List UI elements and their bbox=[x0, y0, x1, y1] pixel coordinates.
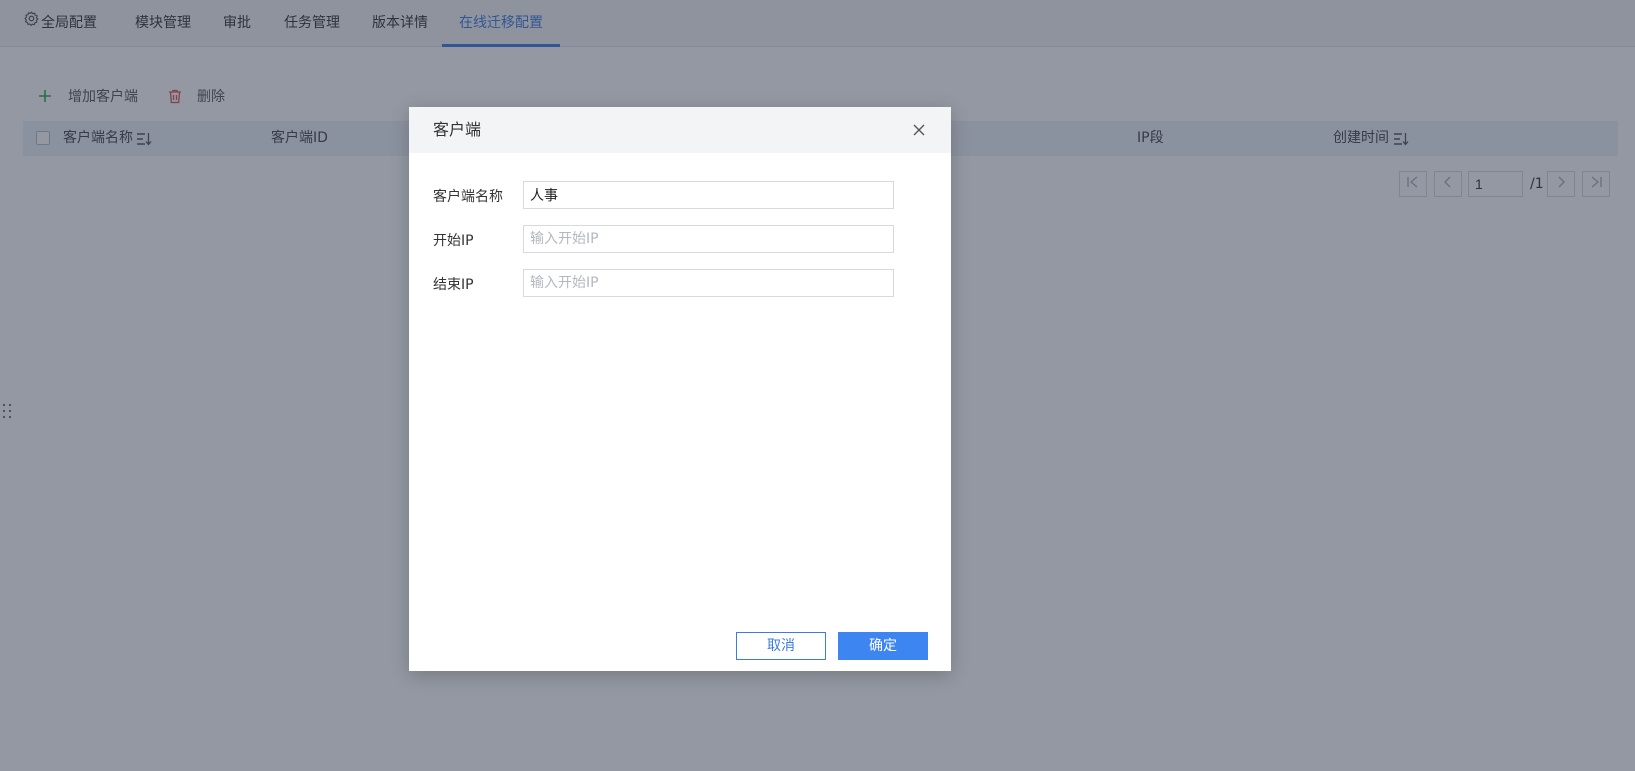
client-name-label: 客户端名称 bbox=[433, 189, 503, 205]
end-ip-input[interactable] bbox=[523, 269, 894, 297]
confirm-button[interactable]: 确定 bbox=[838, 632, 928, 660]
client-dialog: 客户端 客户端名称 开始IP 结束IP 取消 确定 bbox=[409, 107, 951, 671]
client-name-input[interactable] bbox=[523, 181, 894, 209]
end-ip-label: 结束IP bbox=[433, 277, 474, 293]
close-icon[interactable] bbox=[911, 122, 927, 138]
dialog-title: 客户端 bbox=[433, 120, 482, 139]
start-ip-input[interactable] bbox=[523, 225, 894, 253]
start-ip-label: 开始IP bbox=[433, 233, 474, 249]
dialog-header: 客户端 bbox=[409, 107, 951, 153]
cancel-button[interactable]: 取消 bbox=[736, 632, 826, 660]
